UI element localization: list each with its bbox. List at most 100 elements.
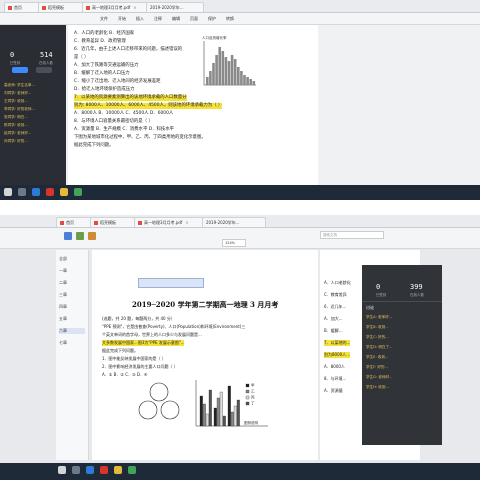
chart-bar [233, 405, 237, 427]
tab-bar: 首页 稻壳模板 高一地理3月月考.pdf × 2019-2020学年... [0, 0, 480, 13]
text-line: D．给迁入地环境保护造成压力 [74, 87, 135, 92]
search-icon[interactable] [18, 188, 26, 196]
legend-label: 丁 [251, 402, 255, 406]
chat-item: 学生H: 收到... [366, 385, 389, 389]
panel-button-2[interactable] [36, 67, 52, 73]
taskbar [0, 185, 480, 200]
chart-bar [222, 415, 226, 427]
browser-icon[interactable] [86, 466, 94, 474]
tab-home[interactable]: 首页 [56, 217, 94, 227]
tab-templates[interactable]: 稻壳模板 [38, 2, 86, 12]
menu-file[interactable]: 文件 [100, 15, 108, 22]
bottom-window: 首页 稻壳模板 高一地理3月月考.pdf × 2019-2020学年... 搜索文… [0, 215, 480, 480]
tool-icon-2[interactable] [76, 232, 84, 240]
menu-page[interactable]: 页面 [190, 15, 198, 22]
chat-item: 赵同学: 老师好... [4, 131, 32, 135]
bars [199, 385, 240, 427]
text-line: A．8000人 [324, 364, 345, 369]
pdf-icon [138, 221, 142, 225]
pdf-icon [86, 6, 90, 10]
wps-icon[interactable] [46, 188, 54, 196]
folder-icon[interactable] [60, 188, 68, 196]
tab-templates[interactable]: 稻壳模板 [90, 217, 138, 227]
tool-icon-1[interactable] [64, 232, 72, 240]
outline-item[interactable]: 一章 [59, 268, 67, 274]
text-line: A．加大... [324, 316, 343, 321]
histogram-bar [246, 77, 249, 85]
text-line: 1．图中能反映发展中国家的是（ ） [102, 356, 166, 361]
outline-item[interactable]: 六章 [59, 328, 85, 334]
browser-icon[interactable] [32, 188, 40, 196]
search-input[interactable]: 搜索文档 [320, 231, 384, 239]
document-page: A．人口的老龄化 B．经济国家 C．教育差异 D．政府管理 6．近几年，由于上述人口… [68, 25, 318, 185]
ppe-diagram [138, 382, 180, 420]
text-line: C．教育差异 D．政府管理 [74, 39, 126, 44]
wps-icon[interactable] [100, 466, 108, 474]
legend-swatch [245, 395, 250, 400]
outline-item[interactable]: 全部 [59, 256, 67, 262]
text-line: 6．近几年，由于上述人口迁移带来的问题，描述错误的 [74, 47, 183, 52]
close-icon[interactable]: × [185, 220, 188, 225]
folder-icon[interactable] [114, 466, 122, 474]
top-window: 首页 稻壳模板 高一地理3月月考.pdf × 2019-2020学年... 文件 … [0, 0, 480, 200]
live-side-panel: 0 399 已签到 在线人数 讨论 学生A: 老师好... 学生B: 收到... 学… [362, 265, 442, 445]
app-icon[interactable] [128, 466, 136, 474]
histogram-bar [215, 55, 218, 85]
chart-bar [219, 391, 223, 427]
tab-document-2[interactable]: 2019-2020学年... [202, 217, 266, 227]
outline-item[interactable]: 三章 [59, 292, 67, 298]
zoom-level[interactable]: 124% [222, 239, 246, 247]
menu-protect[interactable]: 保护 [208, 15, 216, 22]
tool-icon-3[interactable] [88, 232, 96, 240]
text-line: 2．图中影响经济发展的主要人口问题（ ） [102, 364, 178, 369]
close-icon[interactable]: × [133, 5, 136, 10]
chart-title: 人口自然增长率 [202, 35, 227, 40]
taskbar [0, 463, 480, 480]
menu-edit[interactable]: 编辑 [172, 15, 180, 22]
histogram-bar [224, 57, 228, 85]
text-line: 7．以某地的资源要素测算出的该地环境承载的人口数量分 [74, 95, 187, 101]
text-line: A．人口的老龄化 B．经济国家 [74, 31, 135, 36]
outline-item[interactable]: 七章 [59, 340, 67, 346]
chart-bar [205, 413, 209, 427]
outline-item[interactable]: 四章 [59, 304, 67, 310]
histogram-bar [252, 81, 256, 85]
chart-bar [199, 395, 203, 427]
chart-bar [236, 399, 240, 427]
chat-item: 学生G: 老师好... [366, 375, 393, 379]
text-line: A．资源量 [324, 388, 343, 393]
text-line: 大多数发展中国家...图3为"PPE 发展示意图"... [102, 340, 185, 346]
menu-insert[interactable]: 插入 [136, 15, 144, 22]
windows-start-icon[interactable] [58, 466, 66, 474]
tab-document-2[interactable]: 2019-2020学年... [146, 2, 204, 12]
online-label: 在线人数 [410, 293, 424, 297]
text-line: (选题，共 20 题，每题两分，共 40 分） [102, 316, 175, 321]
text-line: 7．以某地的... [324, 340, 351, 346]
text-line: 个英文单词的首字母，世界上的人口多少与发展问题是... [102, 332, 202, 337]
tab-document[interactable]: 高一地理3月月考.pdf × [134, 217, 206, 227]
histogram-bar [240, 71, 243, 85]
search-icon[interactable] [72, 466, 80, 474]
tab-home[interactable]: 首页 [4, 2, 42, 12]
menu-annotate[interactable]: 注释 [154, 15, 162, 22]
menu-start[interactable]: 开始 [118, 15, 126, 22]
online-count: 514 [40, 51, 53, 59]
text-line: 据此完成下列问题。 [74, 143, 114, 148]
outline-item[interactable]: 二章 [59, 280, 67, 286]
gap [0, 200, 480, 215]
text-line: 别为: 8000人、10000人、6000人、4500人，则该地的环境承载力为（… [74, 103, 223, 109]
panel-button-1[interactable] [12, 67, 28, 73]
outline-item[interactable]: 五章 [59, 316, 67, 322]
app-icon[interactable] [74, 188, 82, 196]
chart-bar [208, 389, 212, 427]
menu-convert[interactable]: 转换 [226, 15, 234, 22]
text-line: B．缓解了迁入地的人口压力 [74, 71, 130, 76]
tab-document[interactable]: 高一地理3月月考.pdf × [82, 2, 150, 12]
toc-strip [138, 278, 204, 288]
tab-bar-bottom: 首页 稻壳模板 高一地理3月月考.pdf × 2019-2020学年... [0, 215, 480, 228]
chat-item: 学生C: 好的... [366, 335, 389, 339]
diagram-circle [160, 400, 180, 420]
text-line: 别为8000人... [324, 352, 350, 358]
windows-start-icon[interactable] [4, 188, 12, 196]
text-line: B．缓解... [324, 328, 343, 333]
